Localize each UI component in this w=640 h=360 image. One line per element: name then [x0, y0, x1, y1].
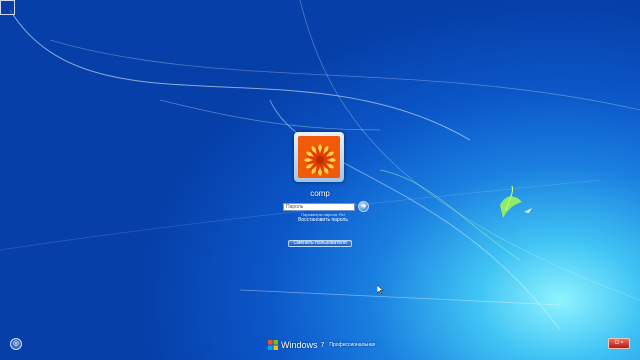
switch-user-button[interactable]: Сменить пользователя [288, 240, 352, 247]
flower-picture [298, 136, 340, 178]
power-icon: ⏻ ▸ [614, 340, 624, 346]
ease-of-access-icon: ◎ [12, 340, 20, 347]
username-label: comp [310, 189, 330, 198]
submit-button[interactable]: ➜ [358, 201, 369, 212]
ease-of-access-button[interactable]: ◎ [10, 338, 22, 350]
arrow-right-icon: ➜ [360, 203, 367, 210]
product-edition: Профессиональная [329, 342, 376, 348]
product-name: Windows [281, 340, 318, 350]
product-version: 7 [320, 341, 325, 349]
flower-icon [298, 136, 340, 178]
windows-flag-icon [268, 340, 278, 350]
mouse-cursor-icon [377, 285, 383, 294]
logo-bird-icon [500, 185, 532, 218]
windows-branding: Windows 7 Профессиональная [268, 339, 375, 351]
restore-icon[interactable] [0, 0, 15, 15]
password-field[interactable]: Пароль [283, 203, 355, 211]
power-button[interactable]: ⏻ ▸ [608, 338, 630, 349]
reset-password-link[interactable]: Восстановить пароль [283, 217, 363, 223]
avatar [294, 132, 344, 182]
